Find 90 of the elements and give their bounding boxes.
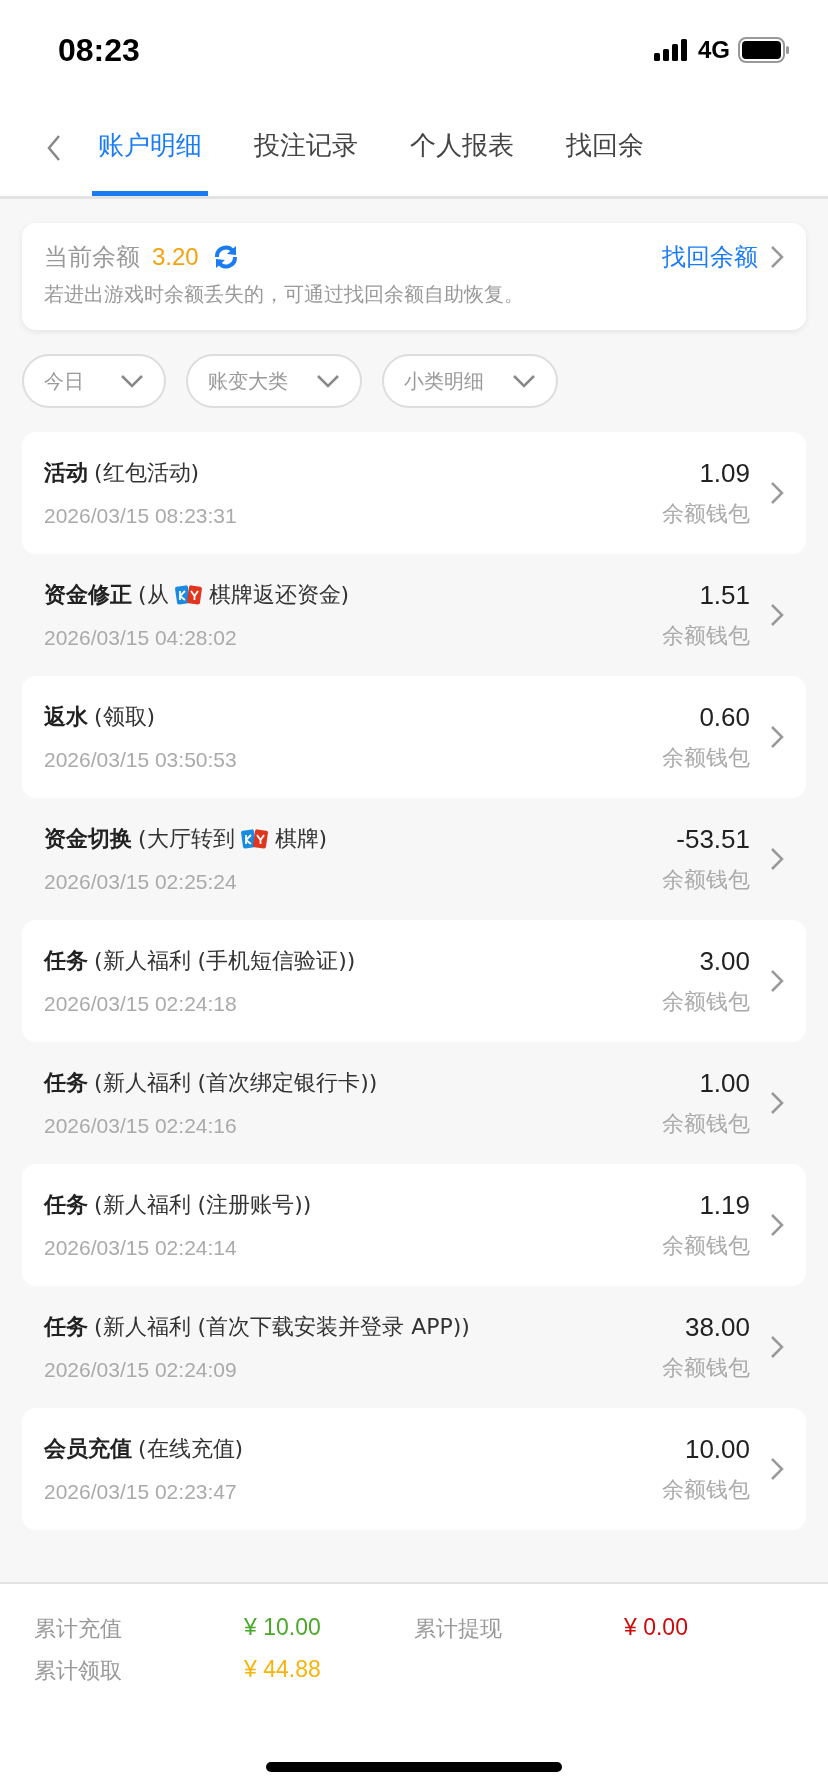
entry-wallet: 余额钱包 xyxy=(662,743,750,772)
transaction-row[interactable]: 任务 (新人福利 (手机短信验证)) 2026/03/15 02:24:18 3.00 余额钱包 xyxy=(22,920,806,1042)
summary-value: ¥ 10.00 xyxy=(244,1614,322,1642)
chevron-right-icon xyxy=(770,1091,784,1115)
entry-amount: 1.09 xyxy=(699,457,750,489)
entry-detail: (新人福利 (手机短信验证)) xyxy=(94,947,356,975)
chevron-right-icon xyxy=(770,725,784,749)
entry-amount: -53.51 xyxy=(676,823,750,855)
entry-amount: 1.19 xyxy=(699,1189,750,1221)
chevron-down-icon xyxy=(512,374,536,388)
entry-category: 资金切换 xyxy=(44,825,132,853)
tab[interactable]: 找回余 xyxy=(560,100,650,196)
entry-category: 任务 xyxy=(44,1191,88,1219)
chevron-right-icon xyxy=(770,1335,784,1359)
summary-value: ¥ 0.00 xyxy=(624,1614,689,1642)
entry-category: 活动 xyxy=(44,459,88,487)
chevron-right-icon xyxy=(770,1457,784,1481)
tab[interactable]: 个人报表 xyxy=(404,100,520,196)
transaction-row[interactable]: 资金修正 (从 棋牌返还资金) 2026/03/15 04:28:02 1.51 余额钱包 xyxy=(22,554,806,676)
balance-label: 当前余额 xyxy=(44,242,140,273)
battery-icon xyxy=(738,37,790,63)
summary-value: ¥ 44.88 xyxy=(244,1656,322,1684)
entry-category: 任务 xyxy=(44,1069,88,1097)
recover-balance-link[interactable]: 找回余额 xyxy=(662,241,758,273)
chevron-right-icon xyxy=(770,1213,784,1237)
tab[interactable]: 投注记录 xyxy=(248,100,364,196)
entry-wallet: 余额钱包 xyxy=(662,1353,750,1382)
entry-amount: 1.00 xyxy=(699,1067,750,1099)
entry-category: 任务 xyxy=(44,1313,88,1341)
entry-amount: 38.00 xyxy=(684,1311,750,1343)
entry-detail: (红包活动) xyxy=(94,459,200,487)
transaction-row[interactable]: 会员充值 (在线充值) 2026/03/15 02:23:47 10.00 余额钱包 xyxy=(22,1408,806,1530)
chevron-right-icon[interactable] xyxy=(770,245,784,269)
entry-wallet: 余额钱包 xyxy=(662,1109,750,1138)
transaction-row[interactable]: 任务 (新人福利 (首次下载安装并登录 APP)) 2026/03/15 02:24:09 38.00 余额钱包 xyxy=(22,1286,806,1408)
entry-detail: (从 xyxy=(138,581,169,609)
entry-detail: (新人福利 (首次下载安装并登录 APP)) xyxy=(94,1313,470,1341)
transaction-row[interactable]: 任务 (新人福利 (注册账号)) 2026/03/15 02:24:14 1.19 余额钱包 xyxy=(22,1164,806,1286)
signal-icon xyxy=(654,39,690,61)
entry-amount: 10.00 xyxy=(684,1433,750,1465)
entry-detail: 棋牌) xyxy=(274,825,328,853)
entry-time: 2026/03/15 02:24:18 xyxy=(44,992,238,1016)
entry-wallet: 余额钱包 xyxy=(662,499,750,528)
entry-time: 2026/03/15 04:28:02 xyxy=(44,626,238,650)
entry-wallet: 余额钱包 xyxy=(662,1475,750,1504)
entry-detail: (新人福利 (首次绑定银行卡)) xyxy=(94,1069,378,1097)
entry-time: 2026/03/15 02:23:47 xyxy=(44,1480,238,1504)
entry-category: 任务 xyxy=(44,947,88,975)
entry-time: 2026/03/15 02:24:09 xyxy=(44,1358,238,1382)
chevron-down-icon xyxy=(316,374,340,388)
entry-amount: 1.51 xyxy=(699,579,750,611)
balance-note: 若进出游戏时余额丢失的，可通过找回余额自助恢复。 xyxy=(44,281,525,308)
entry-category: 资金修正 xyxy=(44,581,132,609)
entry-amount: 0.60 xyxy=(699,701,750,733)
status-time: 08:23 xyxy=(58,31,140,69)
summary-label: 累计充值 xyxy=(34,1615,123,1643)
transaction-row[interactable]: 任务 (新人福利 (首次绑定银行卡)) 2026/03/15 02:24:16 1.00 余额钱包 xyxy=(22,1042,806,1164)
transaction-row[interactable]: 返水 (领取) 2026/03/15 03:50:53 0.60 余额钱包 xyxy=(22,676,806,798)
summary-label: 累计提现 xyxy=(414,1615,503,1643)
entry-detail: (在线充值) xyxy=(138,1435,244,1463)
back-icon[interactable] xyxy=(46,134,62,162)
entry-detail: (新人福利 (注册账号)) xyxy=(94,1191,312,1219)
transaction-row[interactable]: 资金切换 (大厅转到 棋牌) 2026/03/15 02:25:24 -53.51 余额钱包 xyxy=(22,798,806,920)
entry-time: 2026/03/15 02:24:14 xyxy=(44,1236,238,1260)
entry-time: 2026/03/15 02:25:24 xyxy=(44,870,238,894)
entry-wallet: 余额钱包 xyxy=(662,1231,750,1260)
chevron-right-icon xyxy=(770,847,784,871)
entry-category: 返水 xyxy=(44,703,88,731)
cards-logo-icon xyxy=(240,827,269,851)
chevron-right-icon xyxy=(770,969,784,993)
network-label: 4G xyxy=(698,36,730,64)
entry-time: 2026/03/15 03:50:53 xyxy=(44,748,238,772)
summary-label: 累计领取 xyxy=(34,1657,123,1685)
chevron-right-icon xyxy=(770,603,784,627)
tab[interactable]: 账户明细 xyxy=(92,100,208,196)
entry-amount: 3.00 xyxy=(699,945,750,977)
entry-wallet: 余额钱包 xyxy=(662,865,750,894)
entry-time: 2026/03/15 02:24:16 xyxy=(44,1114,238,1138)
chevron-down-icon xyxy=(120,374,144,388)
cards-logo-icon xyxy=(174,583,203,607)
entry-category: 会员充值 xyxy=(44,1435,132,1463)
entry-wallet: 余额钱包 xyxy=(662,621,750,650)
entry-wallet: 余额钱包 xyxy=(662,987,750,1016)
transaction-row[interactable]: 活动 (红包活动) 2026/03/15 08:23:31 1.09 余额钱包 xyxy=(22,432,806,554)
balance-amount: 3.20 xyxy=(152,243,199,271)
entry-detail: 棋牌返还资金) xyxy=(208,581,350,609)
entry-detail: (大厅转到 xyxy=(138,825,235,853)
entry-detail: (领取) xyxy=(94,703,156,731)
chevron-right-icon xyxy=(770,481,784,505)
entry-time: 2026/03/15 08:23:31 xyxy=(44,504,238,528)
